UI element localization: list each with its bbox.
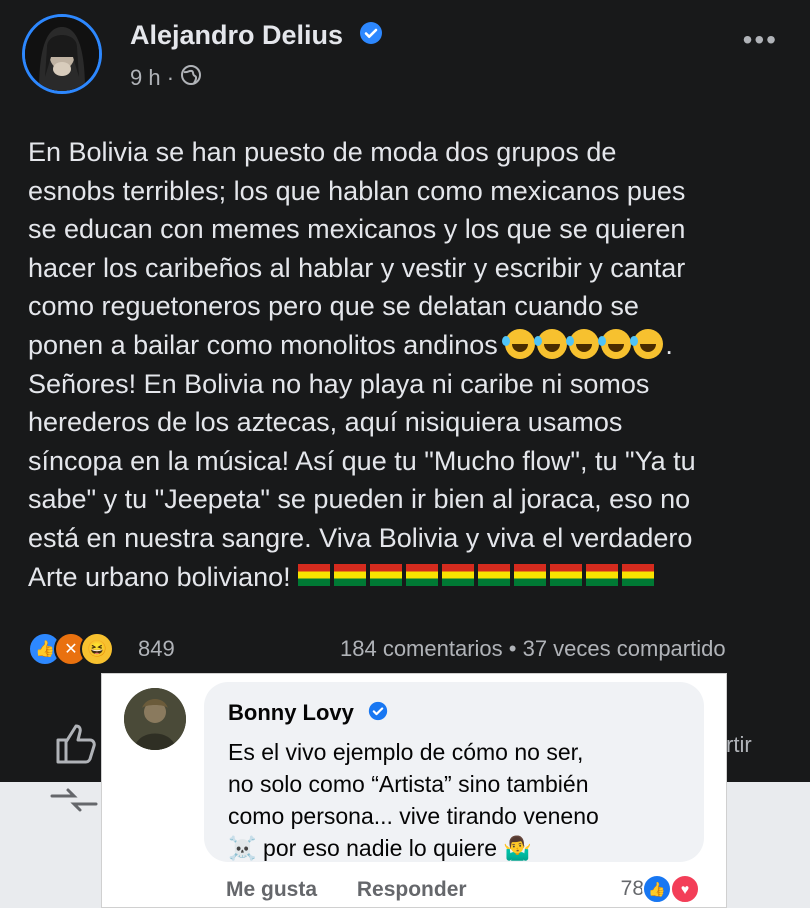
share-count[interactable]: • 37 veces compartido [509,636,726,661]
post-line-6: ponen a bailar como monolitos andinos [28,329,498,360]
bolivia-flag-icon [514,564,547,587]
like-button-icon[interactable] [52,720,100,768]
post-line-10: sabe" y tu "Jeepeta" se pueden ir bien a… [28,484,691,515]
comment-bubble: Bonny Lovy Es el vivo ejemplo de cómo no… [204,682,704,862]
share-button-label[interactable]: rtir [726,732,752,758]
bolivia-flag-icon [586,564,619,587]
author-avatar[interactable] [22,14,102,94]
post-meta: 9 h · [130,64,202,92]
bolivia-flag-icon [298,564,331,587]
author-photo-icon [25,17,99,91]
post-body: En Bolivia se han puesto de moda dos gru… [28,133,788,596]
commenter-name[interactable]: Bonny Lovy [228,700,388,727]
love-reaction-icon: ♥ [670,874,700,904]
comment-like-button[interactable]: Me gusta [226,878,317,901]
reactions-bar: 👍 ✕ 😆 849 184 comentarios • 37 veces com… [28,630,788,666]
bolivia-flag-icon [406,564,439,587]
globe-icon [180,64,202,92]
post-author[interactable]: Alejandro Delius [130,20,383,52]
rofl-emoji-icon [598,328,632,359]
bolivia-flag-icon [622,564,655,587]
rofl-emoji-icon [502,328,536,359]
post-line-8: herederos de los aztecas, aquí nisiquier… [28,407,623,438]
commenter-photo-icon [124,688,186,750]
post-line-5: como reguetoneros pero que se delatan cu… [28,291,639,322]
comment-actions: Me gusta Responder [226,878,501,902]
like-reaction-icon: 👍 [642,874,672,904]
post-header: Alejandro Delius 9 h · ••• [22,14,788,104]
bolivia-flag-icon [442,564,475,587]
verified-badge-icon [359,21,383,52]
bolivia-flag-icon [370,564,403,587]
commenter-name-text[interactable]: Bonny Lovy [228,700,354,725]
comment-reactions[interactable]: 78 👍 ♥ [621,874,700,904]
comment-like-count: 78 [620,877,644,900]
comment-text: Es el vivo ejemplo de cómo no ser, no so… [228,739,599,861]
rofl-emoji-icon [534,328,568,359]
post-line-4: hacer los caribeños al hablar y vestir y… [28,252,686,283]
post-line-9: síncopa en la música! Así que tu "Mucho … [28,445,696,476]
rofl-emoji-icon [566,328,600,359]
haha-reaction-icon: 😆 [80,632,114,666]
post-line-11: está en nuestra sangre. Viva Bolivia y v… [28,522,693,553]
comment-card: Bonny Lovy Es el vivo ejemplo de cómo no… [101,673,727,908]
post-line-1: En Bolivia se han puesto de moda dos gru… [28,137,617,167]
author-name-text[interactable]: Alejandro Delius [130,20,343,50]
comment-count[interactable]: 184 comentarios [340,636,503,661]
post-time[interactable]: 9 h · [130,65,174,91]
post-line-7: Señores! En Bolivia no hay playa ni cari… [28,368,650,399]
post-line-2: esnobs terribles; los que hablan como me… [28,175,686,206]
verified-badge-icon [368,701,388,727]
bolivia-flag-icon [550,564,583,587]
laughing-emoji-group [502,328,665,360]
reaction-icons[interactable]: 👍 ✕ 😆 [28,632,114,666]
reaction-count[interactable]: 849 [138,636,175,662]
more-options-icon[interactable]: ••• [743,24,778,56]
comment-share-stats: 184 comentarios • 37 veces compartido [340,636,726,662]
post-line-12: Arte urbano boliviano! [28,561,291,592]
post-line-3: se educan con memes mexicanos y los que … [28,214,686,245]
commenter-avatar[interactable] [124,688,186,750]
rofl-emoji-icon [630,328,664,359]
comment-reply-button[interactable]: Responder [357,878,467,901]
bolivia-flags [298,562,658,592]
share-arrows-icon [48,782,100,818]
bolivia-flag-icon [478,564,511,587]
bolivia-flag-icon [334,564,367,587]
post-line-6-tail: . [665,329,673,360]
